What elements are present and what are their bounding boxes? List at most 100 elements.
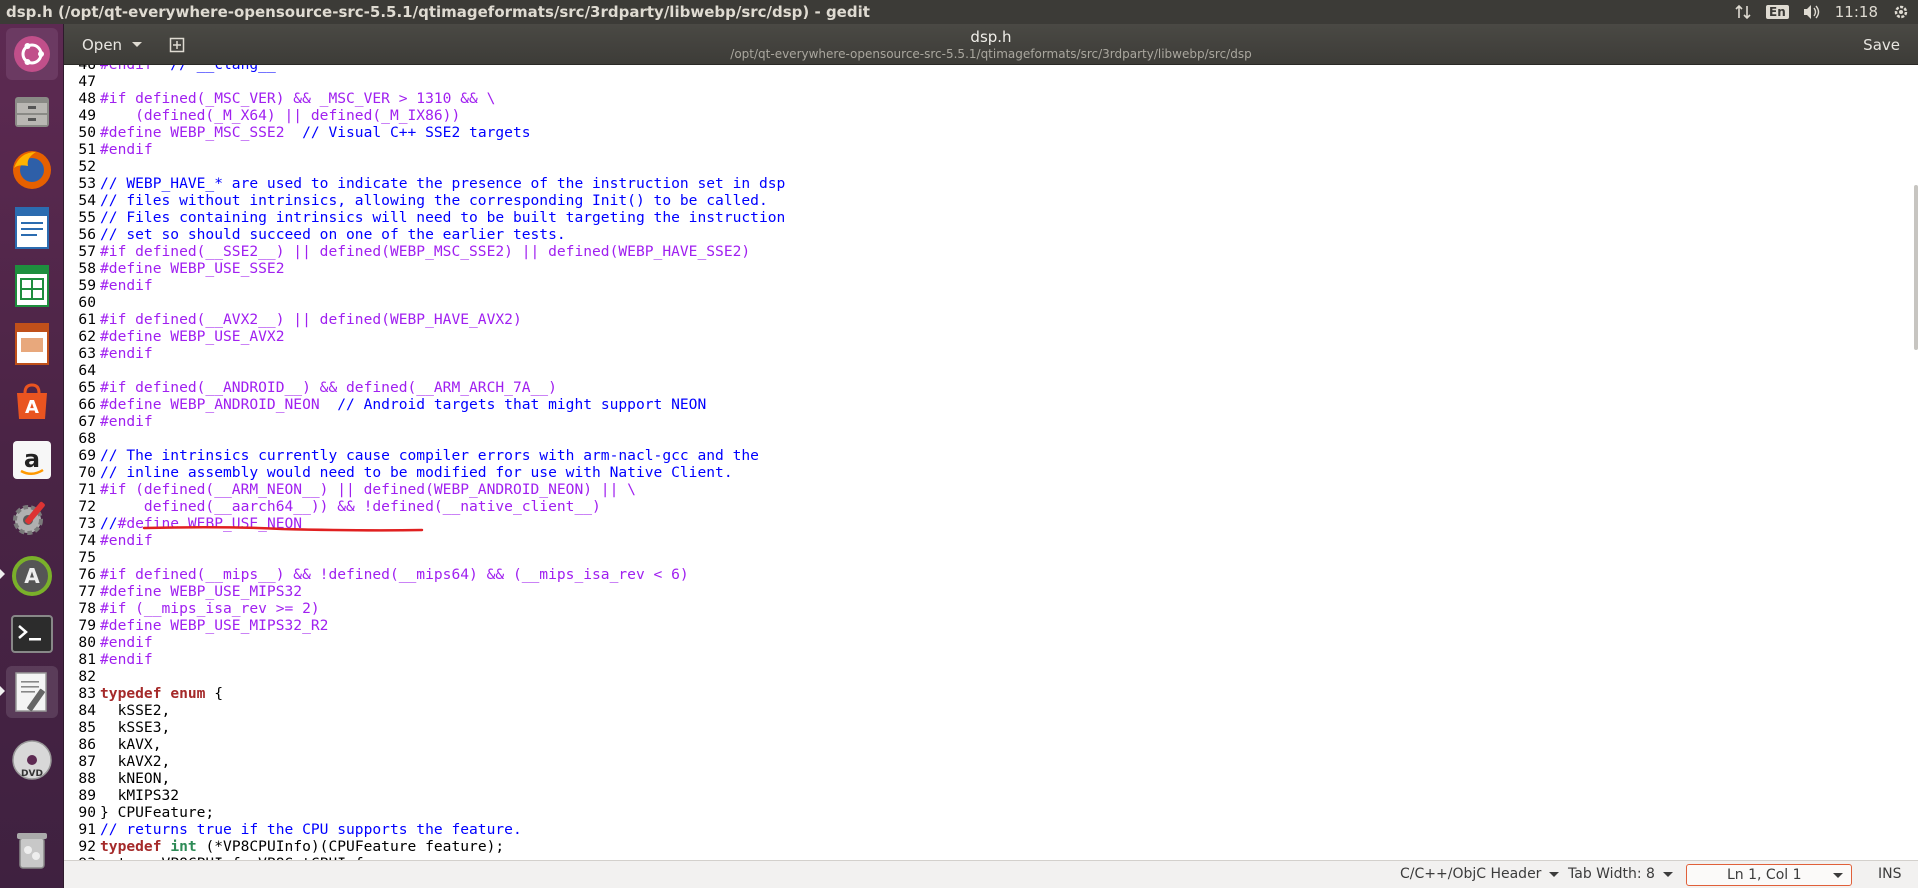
- code-line[interactable]: 88 kNEON,: [64, 770, 785, 787]
- files-icon[interactable]: [6, 86, 58, 138]
- code-line[interactable]: 64: [64, 362, 785, 379]
- code-line[interactable]: 69// The intrinsics currently cause comp…: [64, 447, 785, 464]
- code-line[interactable]: 53// WEBP_HAVE_* are used to indicate th…: [64, 175, 785, 192]
- language-label: C/C++/ObjC Header: [1400, 866, 1542, 882]
- code-line[interactable]: 66 #define WEBP_ANDROID_NEON // Android t…: [64, 396, 785, 413]
- code-line[interactable]: 77 #define WEBP_USE_MIPS32: [64, 583, 785, 600]
- line-number: 73: [78, 515, 96, 532]
- code-line[interactable]: 52: [64, 158, 785, 175]
- new-document-icon: [169, 37, 185, 52]
- cursor-position-selector[interactable]: Ln 1, Col 1: [1686, 864, 1852, 886]
- network-icon[interactable]: [1734, 4, 1752, 20]
- firefox-icon[interactable]: [6, 144, 58, 196]
- gedit-icon[interactable]: [6, 666, 58, 718]
- line-number: 58: [78, 260, 96, 277]
- line-number: 71: [78, 481, 96, 498]
- terminal-icon[interactable]: [6, 608, 58, 660]
- line-number: 57: [78, 243, 96, 260]
- scrollbar[interactable]: [1914, 185, 1918, 350]
- trash-icon[interactable]: [6, 824, 58, 876]
- code-line[interactable]: 58 #define WEBP_USE_SSE2: [64, 260, 785, 277]
- code-line[interactable]: 92 typedef int (*VP8CPUInfo)(CPUFeature f…: [64, 838, 785, 855]
- insert-mode-indicator[interactable]: INS: [1878, 866, 1902, 882]
- line-text: [98, 362, 100, 379]
- code-line[interactable]: 48 #if defined(_MSC_VER) && _MSC_VER > 13…: [64, 90, 785, 107]
- writer-icon[interactable]: [6, 202, 58, 254]
- clock[interactable]: 11:18: [1835, 3, 1878, 21]
- code-line[interactable]: 86 kAVX,: [64, 736, 785, 753]
- line-text: // WEBP_HAVE_* are used to indicate the …: [100, 175, 786, 192]
- code-line[interactable]: 47: [64, 73, 785, 90]
- code-line[interactable]: 72 defined(__aarch64__)) && !defined(__n…: [64, 498, 785, 515]
- text-editor[interactable]: 46#endif // __clang__4748#if defined(_MS…: [64, 65, 1918, 860]
- code-line[interactable]: 57 #if defined(__SSE2__) || defined(WEBP_…: [64, 243, 785, 260]
- code-line[interactable]: 61 #if defined(__AVX2__) || defined(WEBP_…: [64, 311, 785, 328]
- code-line[interactable]: 78 #if (__mips_isa_rev >= 2): [64, 600, 785, 617]
- running-indicator: [0, 686, 5, 696]
- code-line[interactable]: 85 kSSE3,: [64, 719, 785, 736]
- updater-icon[interactable]: A: [6, 550, 58, 602]
- impress-icon[interactable]: [6, 318, 58, 370]
- software-center-icon[interactable]: A: [6, 376, 58, 428]
- amazon-icon[interactable]: a: [6, 434, 58, 486]
- power-gear-icon[interactable]: [1892, 4, 1910, 20]
- line-text: #define WEBP_ANDROID_NEON // Android tar…: [100, 396, 707, 413]
- code-line[interactable]: 54// files without intrinsics, allowing …: [64, 192, 785, 209]
- new-document-button[interactable]: [160, 30, 194, 59]
- svg-text:A: A: [25, 397, 39, 418]
- volume-icon[interactable]: [1803, 4, 1821, 20]
- code-line[interactable]: 81 #endif: [64, 651, 785, 668]
- line-number: 86: [78, 736, 96, 753]
- line-number: 67: [78, 413, 96, 430]
- code-line[interactable]: 74 #endif: [64, 532, 785, 549]
- save-button[interactable]: Save: [1853, 30, 1910, 59]
- line-number: 90: [78, 804, 96, 821]
- code-line[interactable]: 87 kAVX2,: [64, 753, 785, 770]
- code-line[interactable]: 62 #define WEBP_USE_AVX2: [64, 328, 785, 345]
- code-line[interactable]: 82: [64, 668, 785, 685]
- line-text: #endif: [100, 651, 153, 668]
- dvd-icon[interactable]: DVD: [6, 734, 58, 786]
- settings-icon[interactable]: [6, 492, 58, 544]
- code-line[interactable]: 80 #endif: [64, 634, 785, 651]
- language-selector[interactable]: C/C++/ObjC Header: [1400, 866, 1560, 882]
- header-bar: Open dsp.h /opt/qt-everywhere-opensource…: [64, 24, 1918, 65]
- code-line[interactable]: 50 #define WEBP_MSC_SSE2 // Visual C++ SS…: [64, 124, 785, 141]
- document-title-area: dsp.h /opt/qt-everywhere-opensource-src-…: [64, 28, 1918, 61]
- line-text: kMIPS32: [100, 787, 180, 804]
- code-line[interactable]: 91// returns true if the CPU supports th…: [64, 821, 785, 838]
- code-line[interactable]: 70// inline assembly would need to be mo…: [64, 464, 785, 481]
- code-line[interactable]: 55// Files containing intrinsics will ne…: [64, 209, 785, 226]
- tab-width-selector[interactable]: Tab Width: 8: [1568, 866, 1673, 882]
- code-line[interactable]: 68: [64, 430, 785, 447]
- code-line[interactable]: 60: [64, 294, 785, 311]
- calc-icon[interactable]: [6, 260, 58, 312]
- code-line[interactable]: 84 kSSE2,: [64, 702, 785, 719]
- code-line[interactable]: 76 #if defined(__mips__) && !defined(__mi…: [64, 566, 785, 583]
- line-number: 76: [78, 566, 96, 583]
- code-line[interactable]: 67 #endif: [64, 413, 785, 430]
- code-line[interactable]: 90} CPUFeature;: [64, 804, 785, 821]
- code-line[interactable]: 51 #endif: [64, 141, 785, 158]
- code-line[interactable]: 49 (defined(_M_X64) || defined(_M_IX86)): [64, 107, 785, 124]
- code-line[interactable]: 63 #endif: [64, 345, 785, 362]
- line-number: 74: [78, 532, 96, 549]
- ubuntu-dash-icon[interactable]: [6, 28, 58, 80]
- open-button[interactable]: Open: [72, 30, 152, 59]
- line-text: #if defined(__mips__) && !defined(__mips…: [100, 566, 689, 583]
- code-line[interactable]: 83 typedef enum {: [64, 685, 785, 702]
- code-line[interactable]: 59 #endif: [64, 277, 785, 294]
- line-number: 53: [78, 175, 96, 192]
- line-text: // set so should succeed on one of the e…: [100, 226, 566, 243]
- code-line[interactable]: 75: [64, 549, 785, 566]
- system-tray: En 11:18: [1734, 3, 1910, 21]
- input-method-indicator[interactable]: En: [1766, 5, 1789, 19]
- code-line[interactable]: 56// set so should succeed on one of the…: [64, 226, 785, 243]
- line-number: 56: [78, 226, 96, 243]
- code-line[interactable]: 79 #define WEBP_USE_MIPS32_R2: [64, 617, 785, 634]
- line-text: #if defined(__SSE2__) || defined(WEBP_MS…: [100, 243, 751, 260]
- code-line[interactable]: 89 kMIPS32: [64, 787, 785, 804]
- code-line[interactable]: 46#endif // __clang__: [64, 65, 785, 73]
- code-line[interactable]: 71 #if (defined(__ARM_NEON__) || defined(…: [64, 481, 785, 498]
- code-line[interactable]: 65 #if defined(__ANDROID__) && defined(__…: [64, 379, 785, 396]
